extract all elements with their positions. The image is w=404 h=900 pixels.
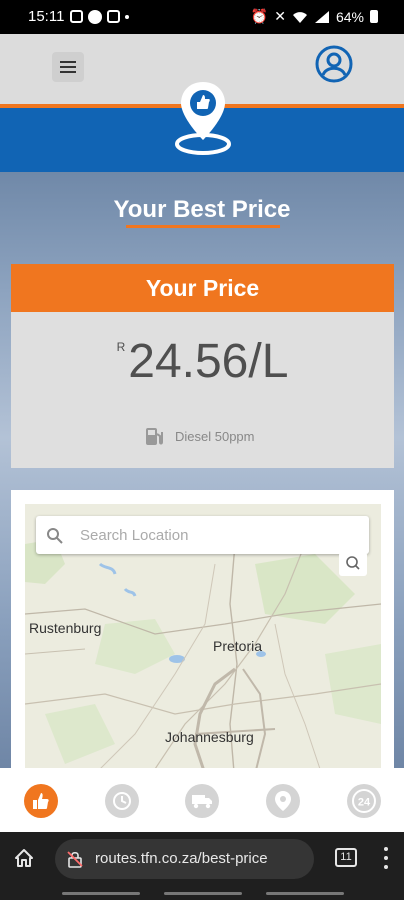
menu-line: [60, 61, 76, 63]
gesture-pill: [62, 892, 140, 895]
user-profile-icon[interactable]: [314, 44, 354, 84]
menu-dot: [384, 856, 388, 860]
bottom-navigation: 24: [0, 768, 404, 832]
mute-icon: ✕: [274, 8, 286, 24]
thumbs-up-icon: [33, 793, 49, 809]
home-icon[interactable]: [14, 848, 34, 868]
search-icon: [47, 528, 63, 544]
browser-toolbar: routes.tfn.co.za/best-price 11: [0, 832, 404, 886]
zoom-icon: [346, 556, 360, 570]
fuel-type-label: Diesel 50ppm: [175, 428, 255, 444]
nav-locations-button[interactable]: [266, 784, 300, 818]
wifi-icon: [292, 11, 307, 23]
alarm-icon: ⏰: [250, 8, 269, 24]
browser-menu-button[interactable]: [383, 847, 389, 869]
price-card-header: Your Price: [11, 264, 394, 312]
map-label-johannesburg: Johannesburg: [165, 729, 254, 745]
map-zoom-button[interactable]: [339, 552, 367, 576]
menu-dot: [384, 847, 388, 851]
hamburger-menu-button[interactable]: [52, 52, 84, 82]
gesture-pill: [164, 892, 242, 895]
more-notifications-icon: [125, 15, 129, 19]
app-notification-icon: [88, 10, 102, 24]
location-search-box: [36, 516, 369, 554]
gesture-navigation-bar: [0, 886, 404, 900]
status-bar: 15:11 ⏰ ✕ 64%: [0, 0, 404, 34]
fuel-type: Diesel 50ppm: [145, 426, 255, 446]
price-card: Your Price R24.56/L Diesel 50ppm: [11, 264, 394, 468]
menu-dot: [384, 865, 388, 869]
map-card: Rustenburg Pretoria Johannesburg: [11, 490, 394, 768]
24-hours-icon: 24: [352, 789, 376, 813]
app-content: Your Best Price Your Price R24.56/L Dies…: [0, 34, 404, 768]
location-pin-icon: [275, 791, 291, 811]
linkedin-notification-icon: [107, 10, 120, 23]
price-value: 24.56/L: [128, 335, 289, 388]
gallery-notification-icon: [70, 10, 83, 23]
nav-best-price-button[interactable]: [24, 784, 58, 818]
title-underline: [126, 225, 280, 228]
map-view[interactable]: Rustenburg Pretoria Johannesburg: [25, 504, 381, 768]
24-hours-label: 24: [358, 797, 371, 809]
page-title: Your Best Price: [113, 196, 291, 223]
map-label-rustenburg: Rustenburg: [29, 620, 102, 636]
nav-history-button[interactable]: [105, 784, 139, 818]
not-secure-lock-icon: [67, 851, 83, 868]
search-location-input[interactable]: [80, 516, 360, 554]
tabs-count-button[interactable]: 11: [335, 848, 357, 867]
status-time: 15:11: [28, 8, 65, 25]
battery-percent: 64%: [335, 8, 364, 25]
url-text: routes.tfn.co.za/best-price: [95, 850, 268, 867]
nav-24-hours-button[interactable]: 24: [347, 784, 381, 818]
map-label-pretoria: Pretoria: [213, 638, 263, 654]
menu-line: [60, 66, 76, 68]
nav-delivery-button[interactable]: [185, 784, 219, 818]
address-bar[interactable]: routes.tfn.co.za/best-price: [55, 839, 314, 879]
battery-icon: [370, 10, 378, 23]
menu-line: [60, 71, 76, 73]
gesture-pill: [266, 892, 344, 895]
best-price-location-icon: [175, 82, 231, 155]
truck-icon: [192, 795, 212, 809]
fuel-pump-icon: [146, 428, 163, 445]
signal-icon: [314, 10, 329, 23]
notification-icons: [70, 10, 129, 24]
currency-symbol: R: [116, 340, 126, 354]
price-display: R24.56/L: [11, 334, 394, 389]
clock-icon: [113, 792, 131, 810]
